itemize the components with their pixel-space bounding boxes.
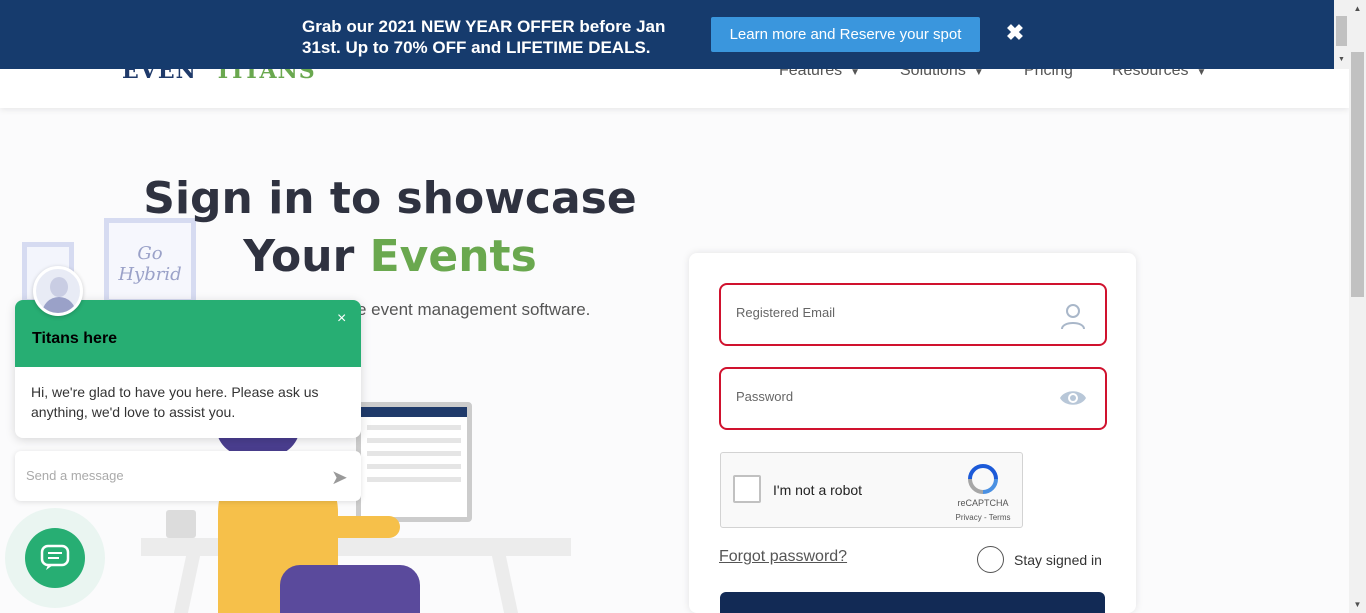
agent-avatar — [33, 266, 83, 316]
chat-bubble-icon — [40, 544, 70, 570]
desk-illustration — [141, 538, 571, 556]
scroll-down-icon[interactable]: ▼ — [1334, 52, 1349, 67]
page-subtitle: e event management software. — [357, 300, 591, 319]
recaptcha-widget: I'm not a robot reCAPTCHA Privacy - Term… — [720, 452, 1023, 528]
recaptcha-label: I'm not a robot — [773, 482, 863, 498]
email-field[interactable]: Registered Email — [719, 283, 1107, 346]
stay-signed-in-checkbox[interactable] — [977, 546, 1004, 573]
title-line1: Sign in to showcase — [143, 173, 637, 224]
person-arm-illustration — [300, 516, 400, 538]
chat-popup: Titans here × Hi, we're glad to have you… — [15, 300, 361, 438]
chat-title: Titans here — [32, 330, 118, 347]
person-legs-illustration — [280, 565, 420, 613]
send-icon[interactable]: ➤ — [331, 465, 348, 490]
forgot-password-link[interactable]: Forgot password? — [719, 548, 847, 566]
stay-signed-in-label: Stay signed in — [1014, 552, 1102, 568]
scrollbar-thumb[interactable] — [1351, 52, 1364, 297]
scroll-up-icon[interactable]: ▲ — [1349, 0, 1366, 17]
title-line2-part1: Your — [243, 231, 370, 282]
chat-message: Hi, we're glad to have you here. Please … — [31, 384, 319, 420]
promo-text: Grab our 2021 NEW YEAR OFFER before Jan … — [302, 17, 666, 57]
banner-scrollbar-thumb[interactable] — [1336, 16, 1347, 46]
scroll-down-icon[interactable]: ▼ — [1349, 596, 1366, 613]
recaptcha-checkbox[interactable] — [733, 475, 761, 503]
recaptcha-brand: reCAPTCHA — [957, 498, 1009, 508]
email-placeholder: Registered Email — [736, 305, 835, 320]
title-line2-highlight: Events — [369, 231, 537, 282]
sign-in-button[interactable] — [720, 592, 1105, 613]
reserve-spot-button[interactable]: Learn more and Reserve your spot — [711, 17, 980, 52]
recaptcha-logo-icon — [968, 464, 998, 494]
password-field[interactable]: Password — [719, 367, 1107, 430]
close-icon[interactable]: ✖ — [1003, 20, 1027, 46]
promo-banner: Grab our 2021 NEW YEAR OFFER before Jan … — [0, 0, 1349, 69]
page-scrollbar[interactable]: ▲ ▼ — [1349, 0, 1366, 613]
banner-scrollbar[interactable]: ▼ — [1334, 0, 1349, 69]
recaptcha-terms-link[interactable]: Privacy - Terms — [943, 513, 1023, 522]
mug-illustration — [166, 510, 196, 538]
title-line2: Your Events — [140, 228, 640, 286]
chat-input-placeholder: Send a message — [26, 468, 124, 483]
eye-icon[interactable] — [1059, 386, 1087, 410]
page-title: Sign in to showcase Your Events — [140, 170, 640, 286]
chat-message-input[interactable]: Send a message ➤ — [15, 451, 361, 501]
chat-close-icon[interactable]: × — [337, 310, 346, 328]
chat-launcher-button[interactable] — [25, 528, 85, 588]
monitor-illustration — [356, 402, 472, 522]
password-placeholder: Password — [736, 389, 794, 404]
user-icon — [1061, 304, 1085, 330]
